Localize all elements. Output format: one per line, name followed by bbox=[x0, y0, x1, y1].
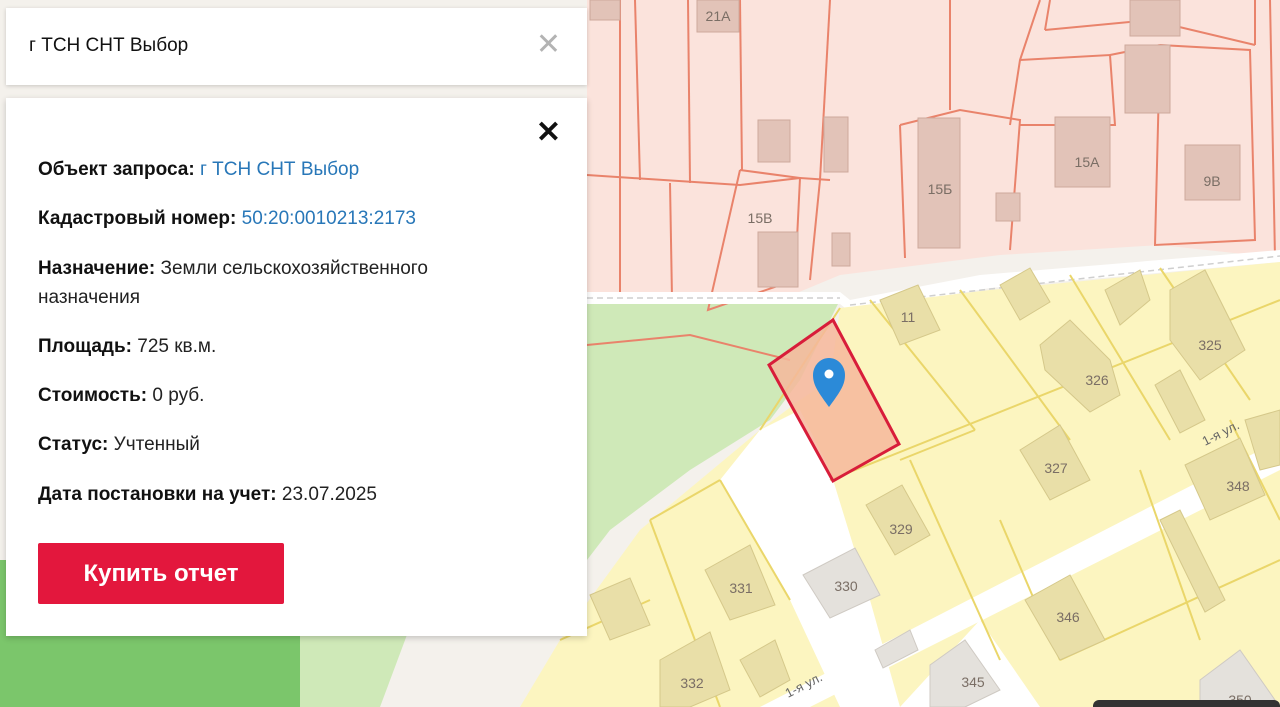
field-cost: Стоимость: 0 руб. bbox=[38, 381, 518, 410]
plot-label: 9В bbox=[1203, 173, 1220, 189]
plot-label: 330 bbox=[834, 578, 858, 594]
buy-report-button[interactable]: Купить отчет bbox=[38, 543, 284, 604]
field-area: Площадь: 725 кв.м. bbox=[38, 332, 518, 361]
field-status: Статус: Учтенный bbox=[38, 430, 518, 459]
plot-label: 346 bbox=[1056, 609, 1080, 625]
field-request-object: Объект запроса: г ТСН СНТ Выбор bbox=[38, 155, 518, 184]
cadastral-number-link[interactable]: 50:20:0010213:2173 bbox=[242, 208, 416, 229]
plot-label: 329 bbox=[889, 521, 913, 537]
plot-label: 331 bbox=[729, 580, 753, 596]
map-control-strip bbox=[1093, 700, 1280, 707]
plot-label: 332 bbox=[680, 675, 704, 691]
field-registration-date: Дата постановки на учет: 23.07.2025 bbox=[38, 480, 518, 509]
clear-search-icon[interactable]: ✕ bbox=[536, 30, 561, 60]
search-input[interactable]: г ТСН СНТ Выбор bbox=[29, 35, 188, 57]
field-label: Кадастровый номер: bbox=[38, 208, 237, 229]
plot-label: 15Б bbox=[928, 181, 953, 197]
field-value: 725 кв.м. bbox=[137, 336, 217, 357]
field-label: Площадь: bbox=[38, 336, 132, 357]
field-value: Учтенный bbox=[113, 434, 200, 455]
field-label: Стоимость: bbox=[38, 385, 148, 406]
field-value: 0 руб. bbox=[152, 385, 205, 406]
plot-info-card: ✕ Объект запроса: г ТСН СНТ Выбор Кадаст… bbox=[6, 98, 587, 636]
close-icon[interactable]: ✕ bbox=[536, 118, 561, 148]
plot-label: 345 bbox=[961, 674, 985, 690]
plot-label: 326 bbox=[1085, 372, 1109, 388]
field-label: Объект запроса: bbox=[38, 159, 195, 180]
plot-label: 21А bbox=[706, 8, 732, 24]
search-box: г ТСН СНТ Выбор ✕ bbox=[6, 8, 587, 85]
plot-label: 327 bbox=[1044, 460, 1068, 476]
plot-label: 15А bbox=[1075, 154, 1101, 170]
field-value: 23.07.2025 bbox=[281, 484, 377, 505]
plot-label: 15В bbox=[748, 210, 773, 226]
plot-label: 325 bbox=[1198, 337, 1222, 353]
field-label: Дата постановки на учет: bbox=[38, 484, 277, 505]
plot-label: 11 bbox=[901, 309, 916, 325]
request-object-link[interactable]: г ТСН СНТ Выбор bbox=[200, 159, 359, 180]
field-label: Статус: bbox=[38, 434, 109, 455]
field-purpose: Назначение: Земли сельскохозяйственного … bbox=[38, 254, 518, 312]
field-cadastral-number: Кадастровый номер: 50:20:0010213:2173 bbox=[38, 204, 518, 233]
plot-label: 348 bbox=[1226, 478, 1250, 494]
field-label: Назначение: bbox=[38, 258, 156, 279]
